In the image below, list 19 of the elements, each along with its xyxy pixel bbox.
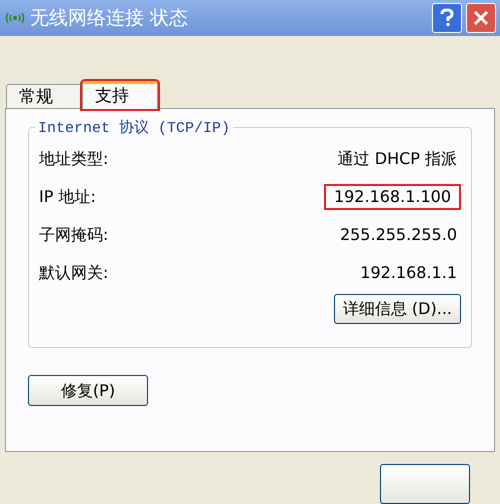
repair-button[interactable]: 修复(P) [28, 375, 148, 406]
close-button[interactable] [466, 2, 496, 33]
tab[interactable]: 常规 [6, 84, 82, 108]
field-value: 192.168.1.1 [359, 262, 458, 284]
field-label: 地址类型: [39, 148, 108, 170]
field-value: 255.255.255.0 [338, 224, 458, 246]
window-title: 无线网络连接 状态 [30, 6, 188, 31]
field-value: 192.168.1.100 [324, 184, 461, 210]
details-button[interactable]: 详细信息 (D)... [334, 294, 461, 324]
field-label: IP 地址: [39, 186, 96, 208]
field-label: 子网掩码: [39, 224, 108, 246]
wireless-icon [4, 10, 26, 25]
help-button[interactable] [432, 2, 462, 33]
help-icon [439, 8, 455, 28]
close-icon [473, 10, 489, 26]
dialog-button[interactable] [380, 464, 470, 504]
field-value: 通过 DHCP 指派 [336, 148, 458, 170]
field-label: 默认网关: [39, 262, 108, 284]
tab[interactable]: 支持 [82, 81, 158, 110]
